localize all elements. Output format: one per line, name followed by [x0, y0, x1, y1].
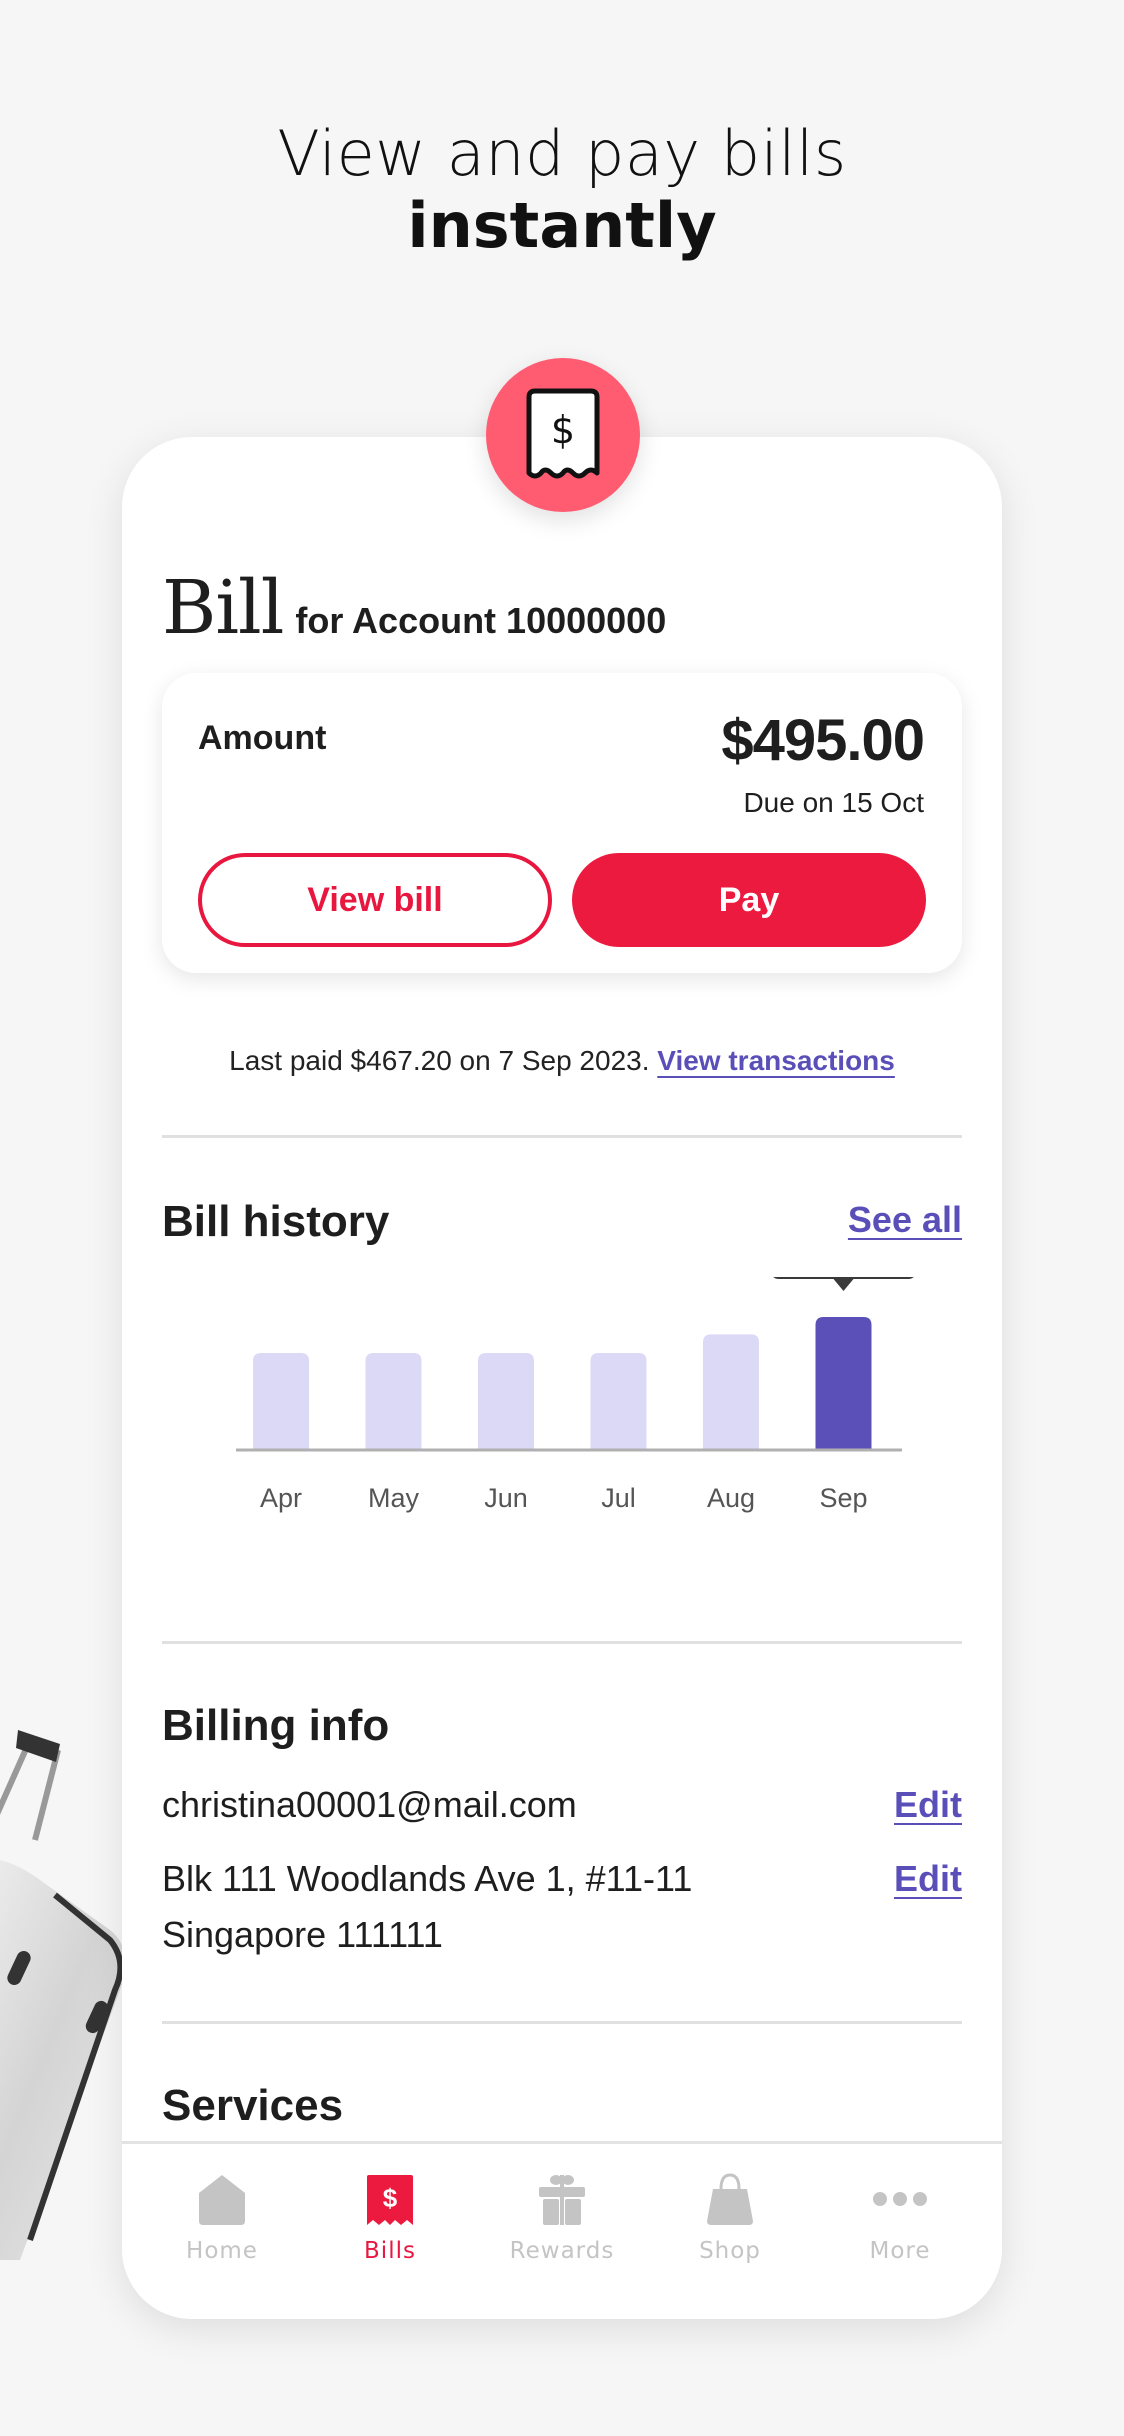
edit-email-button[interactable]: Edit: [894, 1777, 962, 1833]
see-all-link[interactable]: See all: [848, 1199, 962, 1241]
tab-label: More: [869, 2238, 931, 2264]
chart-bar: [703, 1334, 759, 1449]
x-tick-label: Aug: [707, 1483, 755, 1513]
amount-label: Amount: [198, 719, 327, 757]
tab-rewards[interactable]: Rewards: [474, 2172, 650, 2264]
amount-card: Amount $495.00 Due on 15 Oct View bill P…: [162, 673, 962, 973]
chart-bar: [478, 1353, 534, 1449]
x-tick-label: Sep: [819, 1483, 867, 1513]
tooltip-box: [773, 1277, 914, 1279]
billing-info-title: Billing info: [162, 1701, 390, 1750]
address-line-1: Blk 111 Woodlands Ave 1, #11-11: [162, 1858, 693, 1899]
bill-history-chart-svg: AprMayJunJulAugSep$495.00: [236, 1277, 914, 1513]
chart-bar: [253, 1353, 309, 1449]
x-tick-label: Jul: [601, 1483, 636, 1513]
headline-line-2: instantly: [407, 189, 717, 262]
address-line-2: Singapore 111111: [162, 1914, 443, 1955]
chart-bar: [590, 1353, 647, 1449]
shopping-bag-icon: [700, 2172, 760, 2228]
tab-shop[interactable]: Shop: [642, 2172, 818, 2264]
divider: [162, 2021, 962, 2024]
due-date: Due on 15 Oct: [743, 787, 924, 818]
divider: [162, 1641, 962, 1644]
tab-more[interactable]: More: [812, 2172, 988, 2264]
headline-line-1: View and pay bills: [277, 117, 847, 190]
bill-history-chart: AprMayJunJulAugSep$495.00: [162, 1277, 962, 1577]
view-transactions-link[interactable]: View transactions: [657, 1045, 895, 1076]
bottom-tab-bar: Home $ Bills Rewards Shop More: [122, 2141, 1002, 2319]
address-row: Blk 111 Woodlands Ave 1, #11-11 Singapor…: [162, 1851, 962, 1963]
bill-heading: Bill: [162, 565, 284, 651]
chart-bar: [365, 1353, 422, 1449]
home-icon: [192, 2172, 252, 2228]
bill-icon: $: [360, 2172, 420, 2228]
more-icon: [870, 2172, 930, 2228]
tab-label: Home: [186, 2238, 258, 2264]
account-label: for Account 10000000: [295, 600, 667, 641]
edit-address-button[interactable]: Edit: [894, 1851, 962, 1907]
amount-value: $495.00: [721, 708, 925, 773]
phone-screen: Bill for Account 10000000 Amount $495.00…: [122, 437, 1002, 2319]
services-title: Services: [162, 2081, 344, 2130]
receipt-icon: $: [526, 388, 600, 479]
tab-bills[interactable]: $ Bills: [302, 2172, 478, 2264]
bill-history-title: Bill history: [162, 1197, 390, 1246]
gift-icon: [532, 2172, 592, 2228]
divider: [162, 1135, 962, 1138]
tab-label: Bills: [364, 2238, 416, 2264]
view-bill-button[interactable]: View bill: [198, 853, 552, 947]
last-paid-row: Last paid $467.20 on 7 Sep 2023. View tr…: [122, 1045, 1002, 1077]
tab-home[interactable]: Home: [134, 2172, 310, 2264]
email-value: christina00001@mail.com: [162, 1784, 577, 1825]
bill-badge: $: [486, 358, 640, 512]
x-tick-label: Jun: [484, 1483, 528, 1513]
chart-bar: [815, 1317, 872, 1449]
svg-text:$: $: [551, 408, 575, 452]
promo-headline: View and pay bills instantly: [0, 118, 1124, 262]
tooltip-pointer: [833, 1279, 854, 1291]
svg-text:$: $: [383, 2183, 398, 2213]
tab-label: Shop: [699, 2238, 761, 2264]
x-tick-label: Apr: [260, 1483, 302, 1513]
bill-title: Bill for Account 10000000: [162, 565, 666, 651]
last-paid-text: Last paid $467.20 on 7 Sep 2023.: [229, 1045, 650, 1076]
x-tick-label: May: [368, 1483, 420, 1513]
pay-button[interactable]: Pay: [572, 853, 926, 947]
email-row: christina00001@mail.com Edit: [162, 1777, 962, 1833]
tab-label: Rewards: [509, 2238, 615, 2264]
